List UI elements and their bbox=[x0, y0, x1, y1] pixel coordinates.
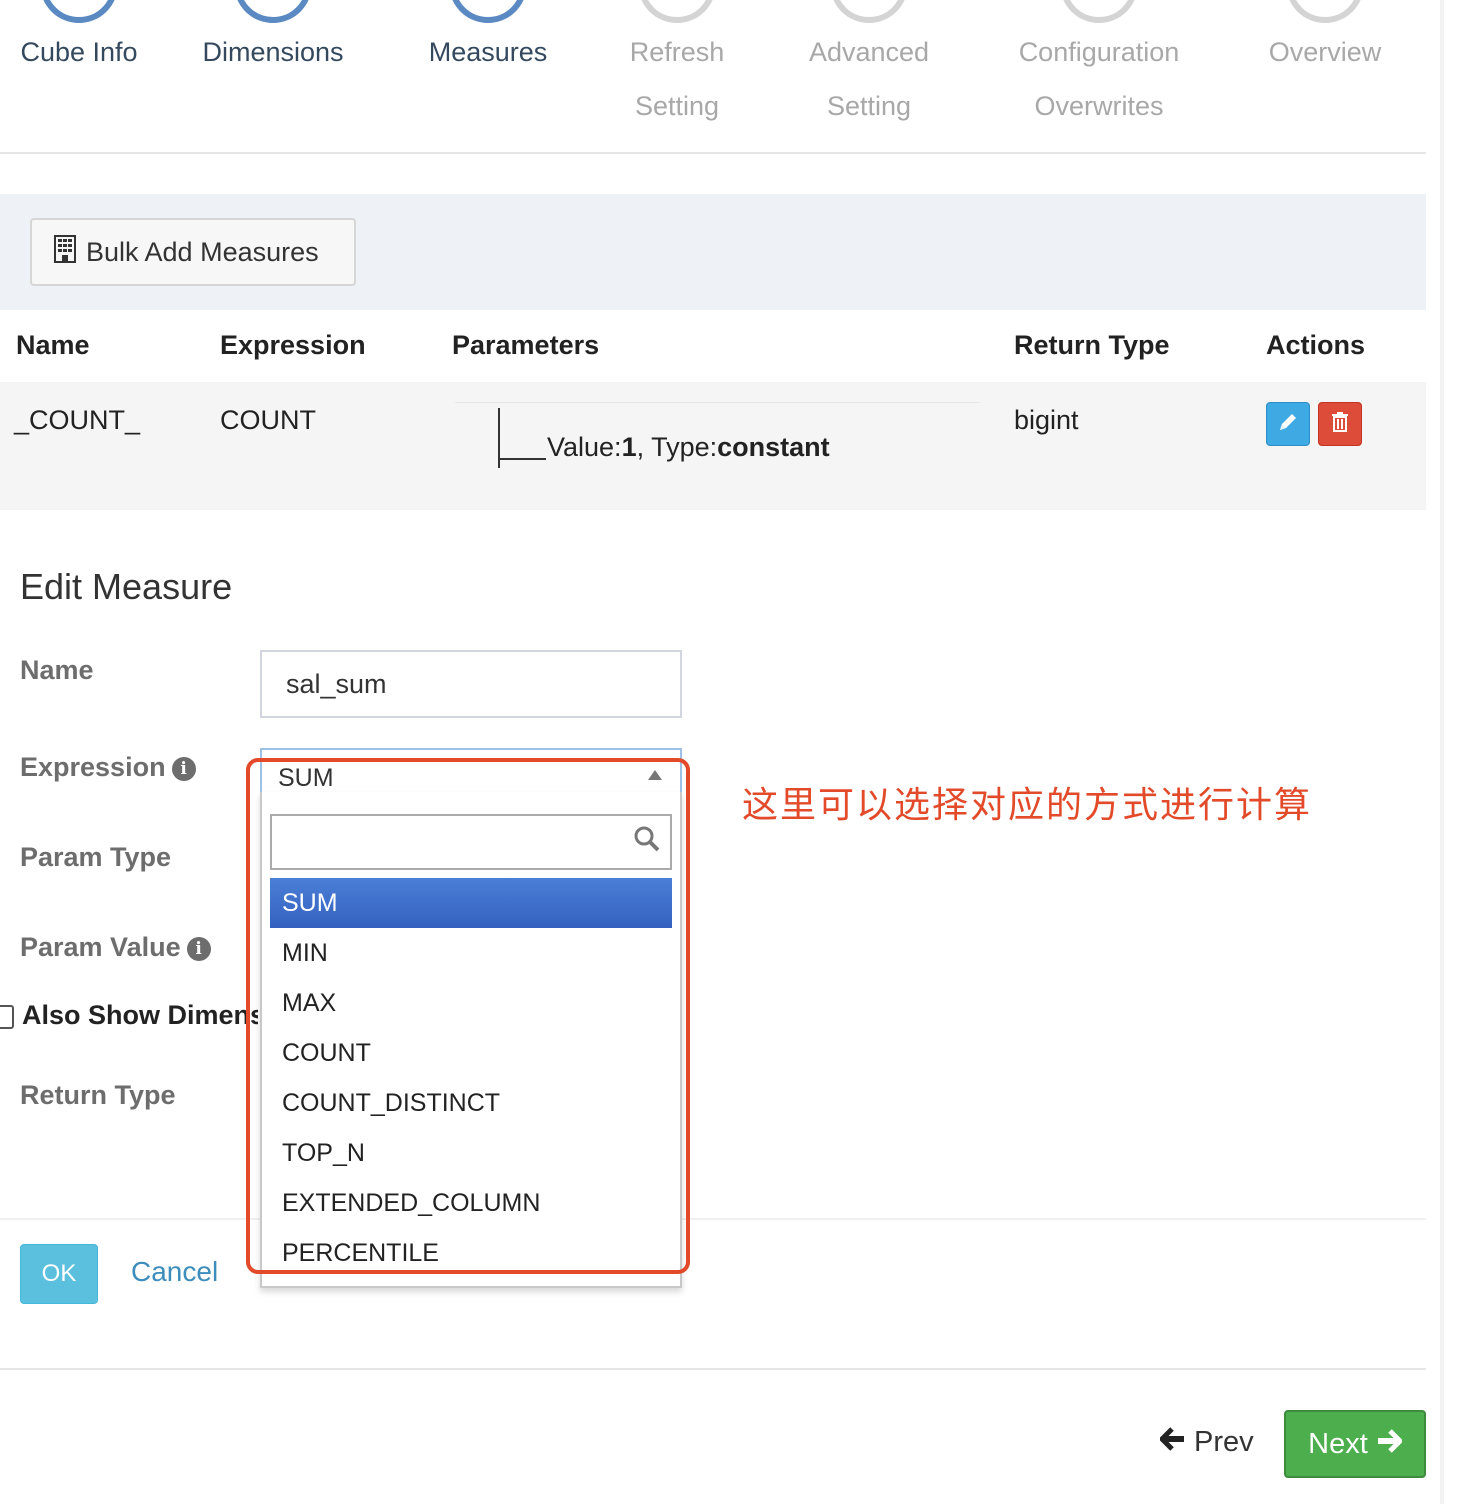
step-circle-configuration-overwrites bbox=[1060, 0, 1138, 23]
edit-measure-button[interactable] bbox=[1266, 402, 1310, 446]
toolbar: Bulk Add Measures bbox=[0, 194, 1426, 310]
step-label-dimensions[interactable]: Dimensions bbox=[186, 32, 360, 72]
edit-measure-title: Edit Measure bbox=[20, 566, 233, 607]
info-icon[interactable]: i bbox=[171, 757, 196, 781]
cell-return-type: bigint bbox=[1014, 405, 1079, 435]
step-label-refresh-setting: Refresh Setting bbox=[629, 37, 725, 121]
step-circle-measures[interactable] bbox=[449, 0, 527, 23]
step-label-overview: Overview bbox=[1268, 37, 1382, 67]
cell-parameters: Value:1, Type:constant bbox=[547, 432, 830, 462]
col-header-parameters: Parameters bbox=[452, 330, 600, 360]
divider bbox=[0, 152, 1426, 154]
delete-measure-button[interactable] bbox=[1318, 402, 1362, 446]
next-button[interactable]: Next bbox=[1284, 1410, 1426, 1478]
tree-branch bbox=[498, 458, 546, 460]
label-return-type: Return Type bbox=[20, 1080, 176, 1110]
col-header-name: Name bbox=[16, 330, 90, 360]
building-icon bbox=[54, 234, 76, 270]
arrow-right-icon bbox=[1376, 1428, 1404, 1461]
panel-footer-divider bbox=[0, 1218, 1426, 1220]
step-label-cube-info[interactable]: Cube Info bbox=[0, 32, 158, 72]
col-header-actions: Actions bbox=[1266, 330, 1366, 360]
pencil-icon bbox=[1277, 411, 1299, 438]
next-label: Next bbox=[1308, 1427, 1368, 1460]
also-show-dimensions-label: Also Show Dimensions bbox=[22, 1000, 258, 1030]
info-icon[interactable]: i bbox=[186, 937, 211, 961]
step-circle-dimensions[interactable] bbox=[234, 0, 312, 23]
label-param-type: Param Type bbox=[20, 842, 172, 872]
bulk-add-label: Bulk Add Measures bbox=[86, 236, 319, 267]
cell-name: _COUNT_ bbox=[14, 405, 141, 435]
step-circle-advanced-setting bbox=[830, 0, 908, 23]
cell-expression: COUNT bbox=[220, 405, 316, 435]
cancel-button[interactable]: Cancel bbox=[131, 1256, 218, 1288]
prev-label: Prev bbox=[1194, 1426, 1254, 1458]
step-label-configuration-overwrites: Configuration Overwrites bbox=[1018, 37, 1180, 121]
step-circle-refresh-setting bbox=[638, 0, 716, 23]
annotation-text: 这里可以选择对应的方式进行计算 bbox=[742, 784, 1313, 825]
label-expression: Expression i bbox=[20, 752, 196, 783]
col-header-expression: Expression bbox=[220, 330, 366, 360]
step-circle-overview bbox=[1286, 0, 1364, 23]
ok-button[interactable]: OK bbox=[20, 1244, 98, 1304]
prev-button[interactable]: Prev bbox=[1158, 1426, 1254, 1459]
step-label-advanced-setting: Advanced Setting bbox=[808, 37, 930, 121]
annotation-highlight-box bbox=[246, 758, 690, 1274]
label-name: Name bbox=[20, 655, 94, 685]
step-label-measures[interactable]: Measures bbox=[410, 32, 566, 72]
step-circle-cube-info[interactable] bbox=[40, 0, 118, 23]
also-show-dimensions-checkbox[interactable] bbox=[0, 1005, 14, 1029]
divider bbox=[0, 1368, 1426, 1370]
bulk-add-measures-button[interactable]: Bulk Add Measures bbox=[30, 218, 356, 286]
trash-icon bbox=[1330, 411, 1350, 438]
arrow-left-icon bbox=[1158, 1426, 1186, 1459]
label-param-value: Param Value i bbox=[20, 932, 211, 963]
scrollbar-track[interactable] bbox=[1440, 0, 1444, 1504]
measure-name-input[interactable]: sal_sum bbox=[260, 650, 682, 718]
col-header-return-type: Return Type bbox=[1014, 330, 1170, 360]
